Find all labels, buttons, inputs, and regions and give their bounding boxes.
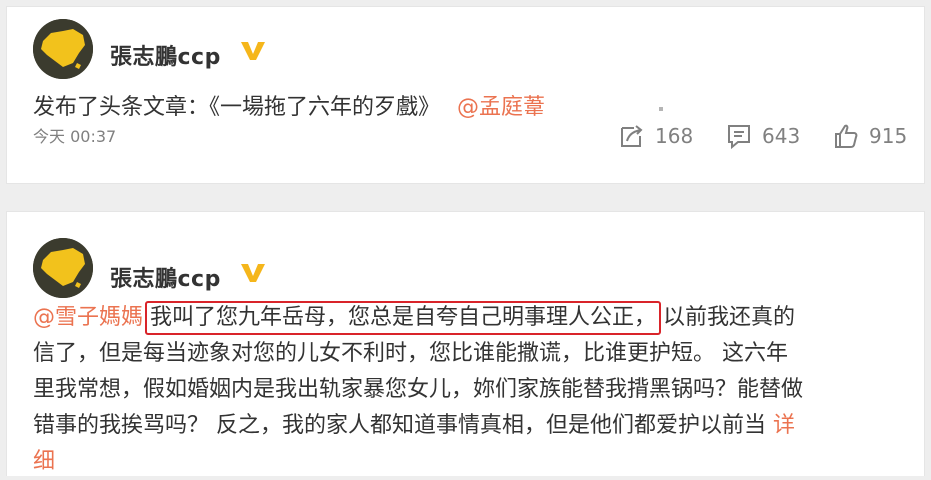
- verified-v-badge-icon: [241, 264, 265, 282]
- like-count: 915: [869, 124, 908, 148]
- highlighted-quote: 我叫了您九年岳母，您总是自夸自己明事理人公正，: [145, 301, 662, 335]
- decorative-dot: [659, 107, 663, 111]
- comment-button[interactable]: 643: [726, 123, 800, 149]
- author-name[interactable]: 張志鵬ccp: [110, 261, 221, 293]
- comment-count: 643: [762, 124, 801, 148]
- timestamp[interactable]: 今天 00:37: [33, 123, 116, 147]
- expand-more-link[interactable]: 细: [33, 449, 55, 474]
- thumbs-up-icon: [835, 124, 858, 148]
- post-text-segment: 错事的我挨骂吗？ 反之，我的家人都知道事情真相，但是他们都爱护以前当: [33, 413, 766, 438]
- author-name[interactable]: 張志鵬ccp: [110, 39, 221, 71]
- expand-more-link[interactable]: 详: [773, 413, 795, 438]
- post-line: 错事的我挨骂吗？ 反之，我的家人都知道事情真相，但是他们都爱护以前当 详: [33, 408, 903, 444]
- repost-icon: [621, 125, 643, 147]
- article-link[interactable]: 发布了头条文章：《一場拖了六年的歹戲》: [33, 95, 440, 120]
- post-line: 细: [33, 444, 903, 480]
- post-line: @雪子媽媽 我叫了您九年岳母，您总是自夸自己明事理人公正， 以前我还真的: [33, 300, 903, 336]
- repost-button[interactable]: 168: [619, 123, 693, 149]
- post-line: 信了，但是每当迹象对您的儿女不利时，您比谁能撒谎，比谁更护短。 这六年: [33, 341, 788, 366]
- like-button[interactable]: 915: [833, 123, 907, 149]
- weibo-post-card: 張志鵬ccp 发布了头条文章：《一場拖了六年的歹戲》 @孟庭葦 今天 00:37…: [6, 6, 925, 184]
- mention-link[interactable]: @雪子媽媽: [33, 305, 143, 330]
- avatar[interactable]: [33, 19, 93, 79]
- comment-icon: [728, 125, 750, 149]
- post-text-segment: 以前我还真的: [663, 305, 796, 330]
- mention-link[interactable]: @孟庭葦: [457, 95, 545, 120]
- post-line: 里我常想，假如婚姻内是我出轨家暴您女儿，妳们家族能替我揹黑锅吗？能替做: [33, 377, 804, 402]
- post-text: 发布了头条文章：《一場拖了六年的歹戲》 @孟庭葦: [33, 89, 545, 121]
- repost-count: 168: [655, 124, 694, 148]
- avatar[interactable]: [33, 238, 93, 298]
- verified-v-badge-icon: [241, 42, 265, 60]
- post-text: @雪子媽媽 我叫了您九年岳母，您总是自夸自己明事理人公正， 以前我还真的 信了，但是…: [33, 300, 903, 480]
- weibo-post-card: 張志鵬ccp @雪子媽媽 我叫了您九年岳母，您总是自夸自己明事理人公正， 以前我还真…: [6, 211, 925, 476]
